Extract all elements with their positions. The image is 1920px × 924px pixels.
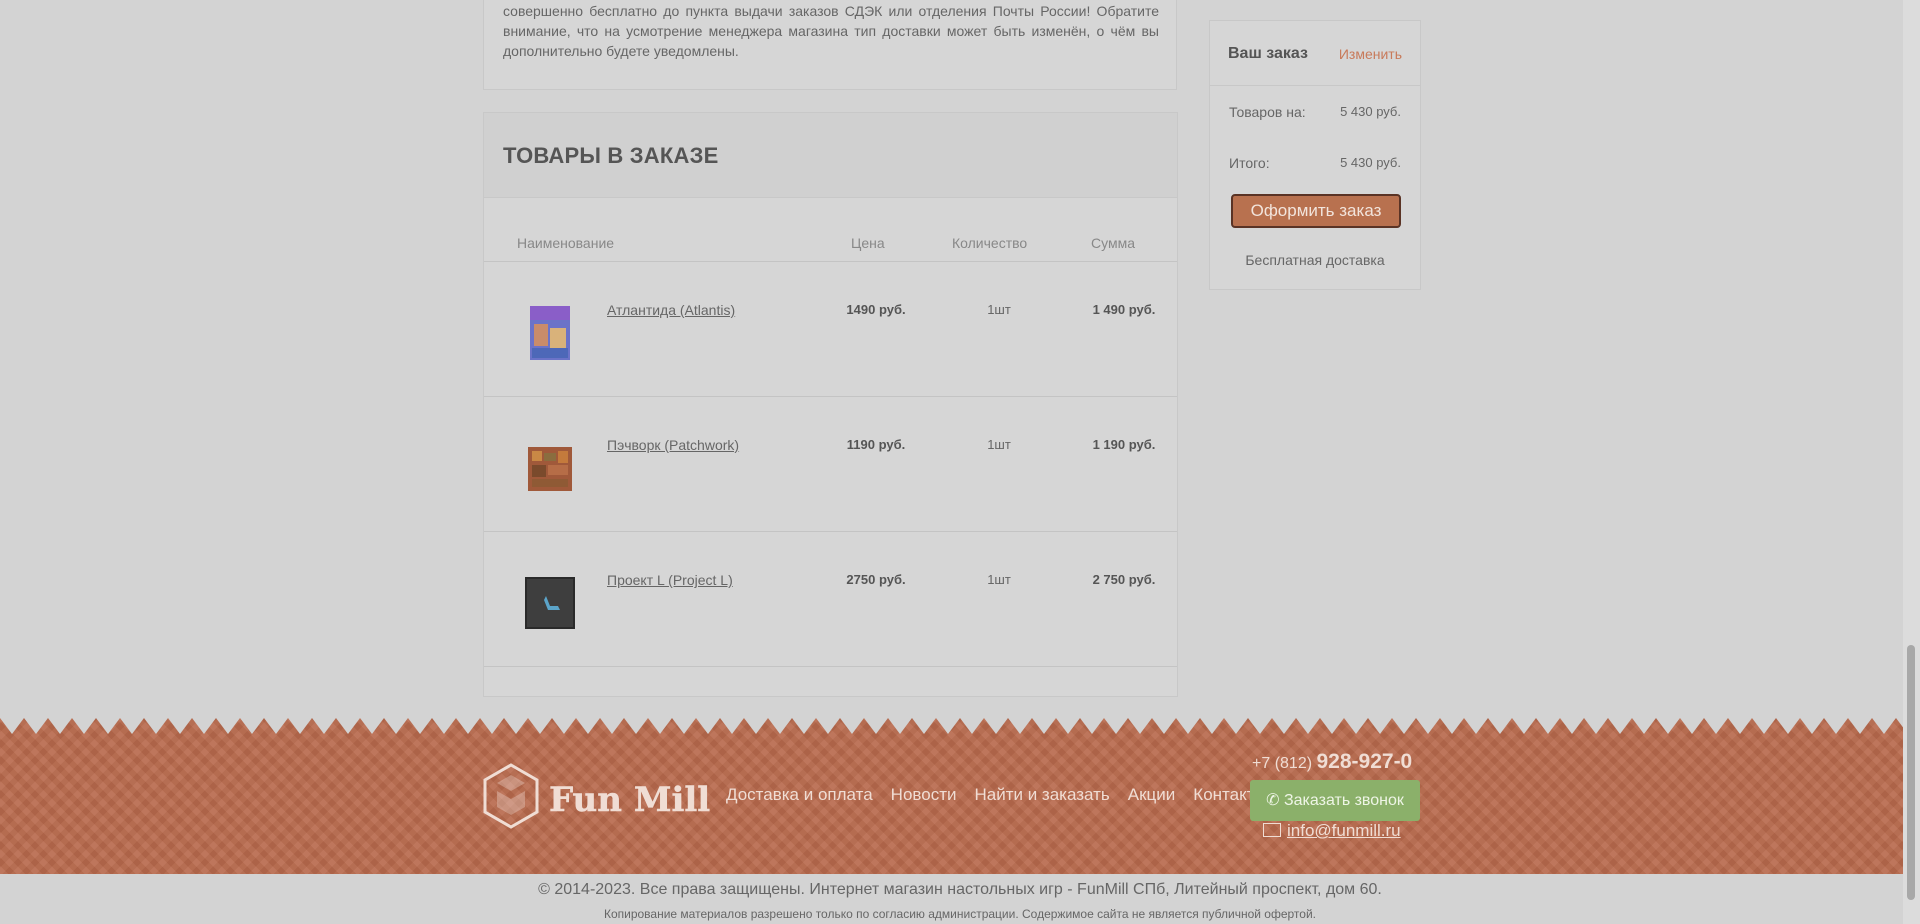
copyright-text: © 2014-2023. Все права защищены. Интерне…: [538, 881, 1382, 898]
order-items-title: ТОВАРЫ В ЗАКАЗЕ: [503, 143, 719, 168]
product-link-atlantis[interactable]: Атлантида (Atlantis): [607, 302, 735, 318]
free-delivery-note: Бесплатная доставка: [1245, 252, 1385, 268]
nav-find-order[interactable]: Найти и заказать: [974, 785, 1109, 805]
atlantis-box-image[interactable]: [524, 304, 576, 362]
table-row: Проект L (Project L) 2750 руб. 1шт 2 750…: [484, 531, 1177, 667]
patchwork-box-image[interactable]: [524, 439, 576, 497]
column-header-name: Наименование: [517, 235, 615, 251]
place-order-button[interactable]: Оформить заказ: [1231, 194, 1401, 228]
footer: Fun Mill Доставка и оплата Новости Найти…: [0, 718, 1920, 874]
nav-news[interactable]: Новости: [891, 785, 957, 805]
product-link-patchwork[interactable]: Пэчворк (Patchwork): [607, 437, 739, 453]
order-summary-title: Ваш заказ: [1228, 45, 1308, 62]
goods-total-value: 5 430 руб.: [1340, 104, 1401, 119]
column-header-sum: Сумма: [1091, 235, 1135, 251]
logo-text: Fun Mill: [549, 780, 710, 820]
order-items-header: ТОВАРЫ В ЗАКАЗЕ: [484, 113, 1177, 198]
page-scrollbar[interactable]: [1903, 0, 1920, 924]
column-header-price: Цена: [851, 235, 885, 251]
phone-icon: ✆: [1266, 792, 1280, 809]
scrollbar-thumb[interactable]: [1907, 645, 1915, 900]
product-sum: 2 750 руб.: [1092, 572, 1156, 587]
product-price: 1490 руб.: [846, 302, 906, 317]
delivery-info-panel: совершенно бесплатно до пункта выдачи за…: [483, 0, 1177, 90]
order-summary-header: Ваш заказ Изменить: [1210, 21, 1420, 86]
column-header-quantity: Количество: [952, 235, 1028, 251]
zigzag-border: [0, 718, 1920, 734]
product-quantity: 1шт: [987, 437, 1011, 452]
table-row: Атлантида (Atlantis) 1490 руб. 1шт 1 490…: [484, 261, 1177, 397]
phone-number[interactable]: +7 (812) 928-927-0: [1252, 750, 1412, 774]
goods-total-line: Товаров на: 5 430 руб.: [1229, 104, 1401, 120]
product-quantity: 1шт: [987, 572, 1011, 587]
phone-code: +7 (812): [1252, 755, 1313, 772]
footer-nav: Доставка и оплата Новости Найти и заказа…: [726, 785, 1267, 805]
grand-total-value: 5 430 руб.: [1340, 155, 1401, 170]
fun-mill-logo[interactable]: Fun Mill: [483, 763, 713, 833]
table-row: Пэчворк (Patchwork) 1190 руб. 1шт 1 190 …: [484, 396, 1177, 532]
product-sum: 1 490 руб.: [1092, 302, 1156, 317]
delivery-notice: совершенно бесплатно до пункта выдачи за…: [503, 3, 1159, 59]
table-bottom-border: [484, 666, 1177, 697]
product-sum: 1 190 руб.: [1092, 437, 1156, 452]
page: совершенно бесплатно до пункта выдачи за…: [0, 0, 1920, 924]
copyright-bar: © 2014-2023. Все права защищены. Интерне…: [0, 874, 1920, 924]
project-l-box-image[interactable]: [524, 574, 576, 632]
product-link-project-l[interactable]: Проект L (Project L): [607, 572, 733, 588]
product-price: 2750 руб.: [846, 572, 906, 587]
nav-delivery[interactable]: Доставка и оплата: [726, 785, 873, 805]
copyright-note: Копирование материалов разрешено только …: [603, 907, 1317, 921]
envelope-icon: [1263, 823, 1281, 837]
order-summary: Ваш заказ Изменить Товаров на: 5 430 руб…: [1209, 20, 1421, 290]
request-call-button[interactable]: ✆ Заказать звонок: [1250, 780, 1420, 821]
edit-order-link[interactable]: Изменить: [1339, 46, 1402, 62]
grand-total-label: Итого:: [1229, 155, 1270, 171]
email-link[interactable]: info@funmill.ru: [1263, 821, 1401, 841]
order-items-panel: ТОВАРЫ В ЗАКАЗЕ Наименование Цена Количе…: [483, 112, 1178, 697]
product-quantity: 1шт: [987, 302, 1011, 317]
product-price: 1190 руб.: [846, 437, 906, 452]
email-text: info@funmill.ru: [1287, 821, 1401, 840]
phone-digits: 928-927-0: [1316, 750, 1413, 773]
grand-total-line: Итого: 5 430 руб.: [1229, 155, 1401, 171]
goods-total-label: Товаров на:: [1229, 104, 1306, 120]
nav-promotions[interactable]: Акции: [1128, 785, 1176, 805]
request-call-label: Заказать звонок: [1283, 792, 1404, 809]
